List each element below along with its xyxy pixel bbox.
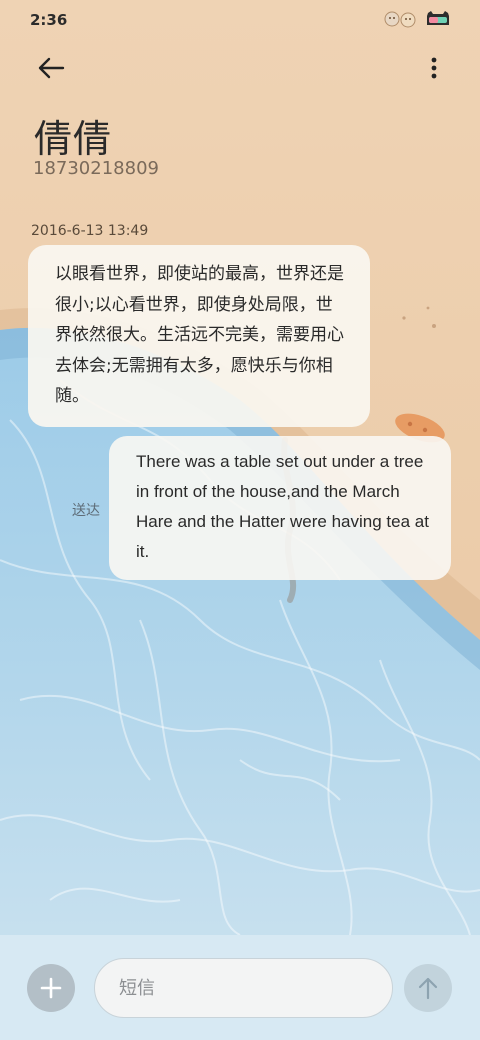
more-vertical-icon [431, 57, 437, 79]
sticker-icon [384, 11, 416, 28]
back-button[interactable] [28, 50, 74, 86]
contact-number: 18730218809 [33, 158, 159, 179]
status-bar: 2:36 [0, 0, 480, 40]
contact-name: 倩倩 [34, 117, 113, 161]
outgoing-message-text: There was a table set out under a tree i… [136, 452, 429, 561]
send-button[interactable] [404, 964, 452, 1012]
more-options-button[interactable] [422, 50, 446, 86]
plus-icon [40, 977, 62, 999]
incoming-message-bubble[interactable]: 以眼看世界，即使站的最高，世界还是很小;以心看世界，即使身处局限，世界依然很大。… [28, 245, 370, 427]
status-time: 2:36 [30, 11, 68, 29]
status-icons [382, 8, 452, 30]
incoming-message-text: 以眼看世界，即使站的最高，世界还是很小;以心看世界，即使身处局限，世界依然很大。… [55, 264, 344, 406]
delivery-status: 送达 [72, 503, 100, 519]
add-attachment-button[interactable] [27, 964, 75, 1012]
message-input[interactable] [94, 958, 393, 1018]
message-timestamp: 2016-6-13 13:49 [31, 223, 149, 239]
outgoing-message-bubble[interactable]: There was a table set out under a tree i… [109, 436, 451, 580]
back-arrow-icon [38, 57, 65, 79]
battery-icon [427, 11, 449, 25]
send-arrow-up-icon [418, 977, 438, 1000]
